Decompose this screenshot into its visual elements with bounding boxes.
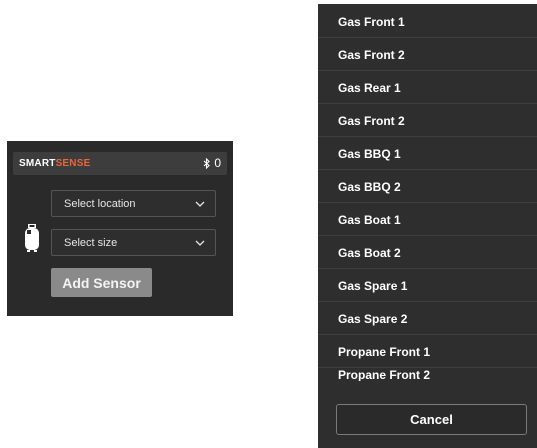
dropdown-option[interactable]: Gas Boat 2 xyxy=(318,237,537,269)
dropdown-footer: Cancel xyxy=(318,393,537,448)
dropdown-option[interactable]: Gas Front 2 xyxy=(318,105,537,137)
dropdown-option[interactable]: Gas Front 2 xyxy=(318,39,537,71)
dropdown-option[interactable]: Gas BBQ 2 xyxy=(318,171,537,203)
brand-logo-part2: SENSE xyxy=(55,158,91,169)
sensor-name-dropdown[interactable]: Gas Front 1 Gas Front 2 Gas Rear 1 Gas F… xyxy=(318,4,537,448)
brand-logo-part1: SMART xyxy=(19,158,56,169)
size-select-value: Select size xyxy=(64,236,118,249)
bluetooth-status[interactable]: 0 xyxy=(203,155,221,171)
dropdown-option[interactable]: Gas Spare 2 xyxy=(318,303,537,335)
chevron-down-icon xyxy=(195,201,205,207)
chevron-down-icon xyxy=(195,240,205,246)
size-select[interactable]: Select size xyxy=(51,229,216,256)
widget-header: SMARTSENSE 0 xyxy=(13,152,227,175)
dropdown-option[interactable]: Propane Front 1 xyxy=(318,336,537,368)
dropdown-option[interactable]: Gas Rear 1 xyxy=(318,72,537,104)
gas-tank-icon xyxy=(25,224,39,257)
sensor-widget: SMARTSENSE 0 Select location Select size… xyxy=(7,141,233,316)
dropdown-option[interactable]: Gas Front 1 xyxy=(318,6,537,38)
add-sensor-button[interactable]: Add Sensor xyxy=(51,268,152,297)
location-select-value: Select location xyxy=(64,197,136,210)
dropdown-option[interactable]: Propane Front 2 xyxy=(318,369,537,381)
bluetooth-icon xyxy=(203,157,211,169)
location-select[interactable]: Select location xyxy=(51,190,216,217)
brand-logo: SMARTSENSE xyxy=(19,158,90,169)
dropdown-option[interactable]: Gas Spare 1 xyxy=(318,270,537,302)
bluetooth-count: 0 xyxy=(214,156,221,170)
dropdown-option[interactable]: Gas Boat 1 xyxy=(318,204,537,236)
cancel-button[interactable]: Cancel xyxy=(336,404,527,435)
dropdown-option[interactable]: Gas BBQ 1 xyxy=(318,138,537,170)
